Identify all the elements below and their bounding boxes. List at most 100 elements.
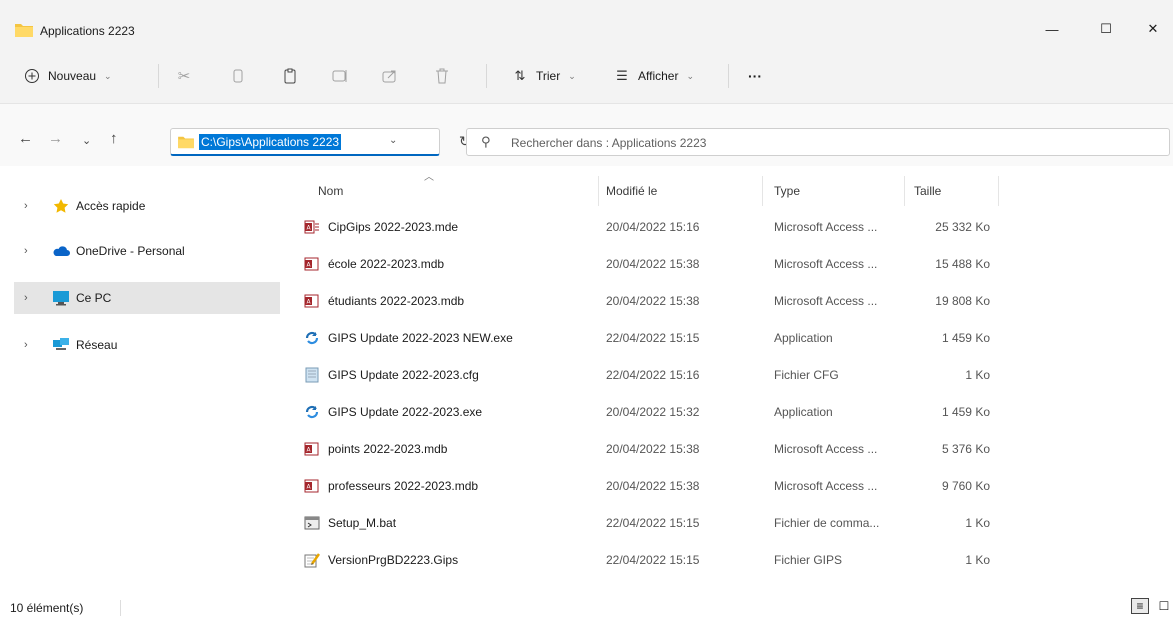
cloud-icon [53, 246, 70, 256]
tiles-view-icon[interactable]: ☐ [1155, 598, 1173, 614]
column-divider[interactable] [762, 176, 763, 206]
back-arrow-icon[interactable]: ← [18, 130, 33, 147]
rename-button[interactable] [330, 62, 350, 90]
copy-button[interactable] [228, 62, 248, 90]
file-row[interactable]: A CipGips 2022-2023.mde 20/04/2022 15:16… [290, 212, 1170, 242]
sidebar-item-quick-access[interactable]: › Accès rapide [14, 190, 280, 222]
cfg-file-icon [305, 367, 319, 383]
file-modified: 22/04/2022 15:15 [606, 331, 700, 345]
sort-button[interactable]: ⇅ Trier ⌄ [510, 62, 576, 90]
forward-arrow-icon[interactable]: → [48, 130, 63, 147]
cut-button[interactable]: ✂ [174, 62, 194, 90]
view-button[interactable]: ☰ Afficher ⌄ [612, 62, 694, 90]
up-arrow-icon[interactable]: ↑ [110, 130, 118, 147]
chevron-right-icon[interactable]: › [24, 200, 38, 212]
file-type: Microsoft Access ... [774, 479, 878, 493]
command-bar: Nouveau ⌄ ✂ ⇅ Trier ⌄ ☰ Afficher ⌄ ··· [0, 44, 1173, 104]
address-path[interactable]: C:\Gips\Applications 2223 [199, 134, 342, 150]
file-type: Microsoft Access ... [774, 442, 878, 456]
file-name: VersionPrgBD2223.Gips [328, 553, 459, 567]
file-name: points 2022-2023.mdb [328, 442, 448, 456]
file-modified: 22/04/2022 15:16 [606, 368, 700, 382]
column-divider[interactable] [998, 176, 999, 206]
paste-button[interactable] [280, 62, 300, 90]
recent-locations-chevron-icon[interactable]: ⌄ [82, 134, 91, 147]
search-box[interactable]: ⚲ Rechercher dans : Applications 2223 [466, 128, 1170, 156]
chevron-down-icon: ⌄ [686, 70, 695, 81]
chevron-down-icon: ⌄ [568, 70, 576, 81]
toolbar-divider [728, 64, 729, 88]
file-modified: 20/04/2022 15:16 [606, 220, 700, 234]
file-size: 1 Ko [965, 368, 990, 382]
file-row[interactable]: GIPS Update 2022-2023.cfg 22/04/2022 15:… [290, 360, 1170, 390]
details-view-icon[interactable]: ≡ [1131, 598, 1149, 614]
file-type: Application [774, 331, 833, 345]
file-name: Setup_M.bat [328, 516, 397, 530]
trash-icon [432, 66, 452, 86]
new-button[interactable]: Nouveau ⌄ [22, 62, 112, 90]
window-title: Applications 2223 [40, 24, 135, 38]
file-name: GIPS Update 2022-2023.cfg [328, 368, 479, 382]
update-icon [305, 405, 319, 419]
share-button[interactable] [380, 62, 400, 90]
search-input[interactable]: Rechercher dans : Applications 2223 [511, 136, 706, 150]
file-row[interactable]: Setup_M.bat 22/04/2022 15:15 Fichier de … [290, 508, 1170, 538]
file-modified: 22/04/2022 15:15 [606, 553, 700, 567]
sidebar-item-label: Ce PC [76, 291, 112, 305]
file-row[interactable]: GIPS Update 2022-2023.exe 20/04/2022 15:… [290, 397, 1170, 427]
new-label: Nouveau [48, 69, 97, 83]
access-icon: A [304, 257, 319, 271]
file-row[interactable]: A école 2022-2023.mdb 20/04/2022 15:38 M… [290, 249, 1170, 279]
chevron-right-icon[interactable]: › [24, 245, 38, 257]
chevron-right-icon[interactable]: › [24, 292, 38, 304]
navigation-pane: › Accès rapide › OneDrive - Personal › C… [0, 166, 282, 586]
folder-icon [15, 24, 33, 37]
network-icon [53, 338, 69, 350]
file-modified: 20/04/2022 15:32 [606, 405, 700, 419]
file-type: Application [774, 405, 833, 419]
file-type: Fichier de comma... [774, 516, 880, 530]
more-options-button[interactable]: ··· [748, 62, 762, 90]
file-row[interactable]: VersionPrgBD2223.Gips 22/04/2022 15:15 F… [290, 545, 1170, 575]
sidebar-item-label: Accès rapide [76, 199, 146, 213]
access-icon: A [304, 294, 319, 308]
sidebar-item-network[interactable]: › Réseau [14, 329, 280, 361]
column-header-name[interactable]: Nom [318, 176, 343, 206]
folder-icon [178, 136, 194, 149]
maximize-button[interactable]: ☐ [1083, 14, 1129, 44]
column-divider[interactable] [904, 176, 905, 206]
item-count: 10 élément(s) [10, 601, 84, 615]
file-type: Fichier GIPS [774, 553, 843, 567]
file-modified: 20/04/2022 15:38 [606, 257, 700, 271]
delete-button[interactable] [432, 62, 452, 90]
file-size: 5 376 Ko [941, 442, 990, 456]
address-bar[interactable]: C:\Gips\Applications 2223 ⌄ ↻ [170, 128, 471, 156]
minimize-button[interactable]: — [1029, 14, 1075, 44]
search-icon: ⚲ [481, 134, 491, 149]
access-icon: A [304, 220, 319, 234]
column-header-modified[interactable]: Modifié le [606, 176, 657, 206]
file-size: 19 808 Ko [935, 294, 990, 308]
file-row[interactable]: A points 2022-2023.mdb 20/04/2022 15:38 … [290, 434, 1170, 464]
column-header-size[interactable]: Taille [914, 176, 941, 206]
file-row[interactable]: A professeurs 2022-2023.mdb 20/04/2022 1… [290, 471, 1170, 501]
column-header-type[interactable]: Type [774, 176, 800, 206]
chevron-down-icon[interactable]: ⌄ [389, 135, 397, 146]
file-size: 1 459 Ko [941, 331, 990, 345]
sidebar-item-label: OneDrive - Personal [76, 244, 185, 258]
file-row[interactable]: A étudiants 2022-2023.mdb 20/04/2022 15:… [290, 286, 1170, 316]
file-size: 1 Ko [965, 516, 990, 530]
file-modified: 20/04/2022 15:38 [606, 442, 700, 456]
file-name: GIPS Update 2022-2023 NEW.exe [328, 331, 513, 345]
sidebar-item-this-pc[interactable]: › Ce PC [14, 282, 280, 314]
close-button[interactable]: ✕ [1130, 14, 1173, 44]
file-modified: 20/04/2022 15:38 [606, 479, 700, 493]
sidebar-item-onedrive[interactable]: › OneDrive - Personal [14, 235, 280, 267]
batch-file-icon [304, 516, 320, 530]
file-row[interactable]: GIPS Update 2022-2023 NEW.exe 22/04/2022… [290, 323, 1170, 353]
chevron-right-icon[interactable]: › [24, 339, 38, 351]
file-type: Microsoft Access ... [774, 257, 878, 271]
file-name: école 2022-2023.mdb [328, 257, 445, 271]
file-name: professeurs 2022-2023.mdb [328, 479, 479, 493]
column-divider[interactable] [598, 176, 599, 206]
